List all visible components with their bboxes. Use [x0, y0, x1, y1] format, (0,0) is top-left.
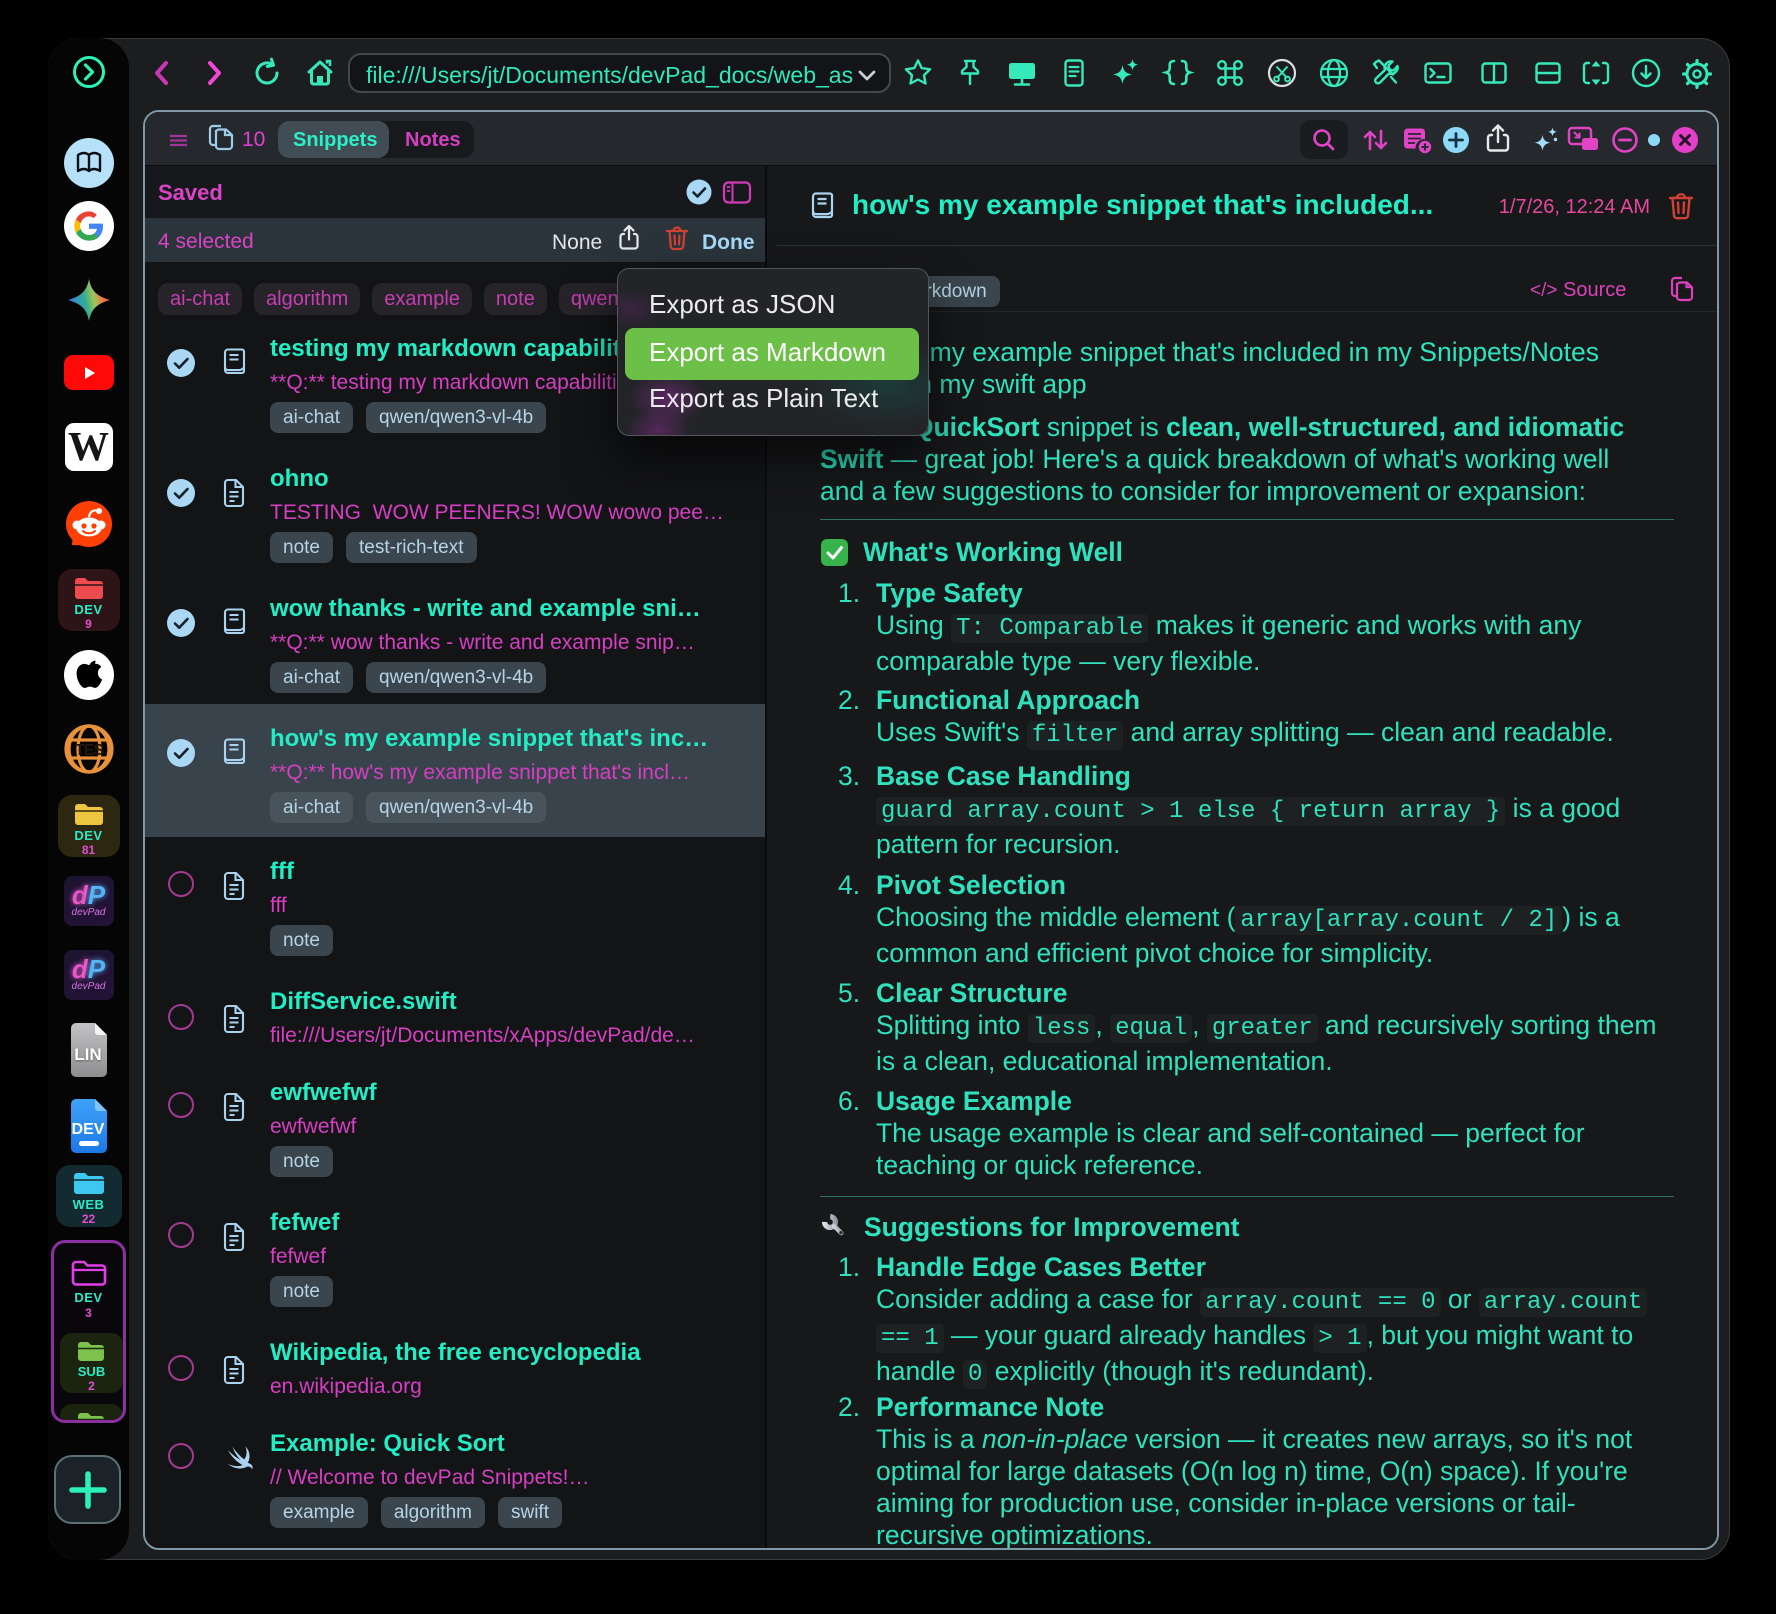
svg-text:TES: TES [74, 742, 103, 759]
svg-text:LIN: LIN [74, 1045, 101, 1064]
svg-text:DEV: DEV [71, 1121, 104, 1138]
